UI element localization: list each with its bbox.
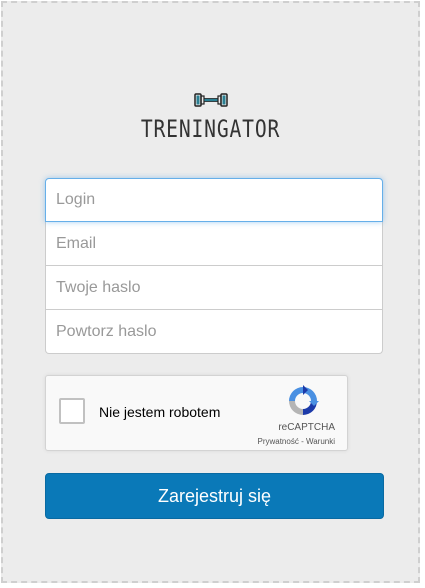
repeat-password-input[interactable] [45, 310, 383, 354]
recaptcha-checkbox[interactable] [59, 398, 85, 424]
terms-link[interactable]: Warunki [306, 437, 335, 446]
recaptcha-widget: Nie jestem robotem reCAPTCHA Prywatność … [45, 375, 348, 451]
register-button[interactable]: Zarejestruj się [45, 473, 384, 519]
links-separator: - [298, 437, 306, 446]
login-input[interactable] [45, 178, 383, 222]
privacy-link[interactable]: Prywatność [257, 437, 298, 446]
register-form [45, 178, 383, 354]
recaptcha-icon [289, 385, 319, 415]
recaptcha-logo [273, 384, 333, 418]
brand-logo: TRENINGATOR [3, 91, 418, 143]
recaptcha-links: Prywatność - Warunki [257, 437, 335, 446]
email-input[interactable] [45, 222, 383, 266]
brand-name: TRENINGATOR [140, 115, 281, 143]
recaptcha-brand: reCAPTCHA [278, 422, 335, 433]
dumbbell-icon [193, 93, 228, 107]
recaptcha-label: Nie jestem robotem [99, 404, 221, 420]
password-input[interactable] [45, 266, 383, 310]
register-panel: TRENINGATOR Nie jestem robotem reCAPTCHA… [1, 1, 420, 583]
